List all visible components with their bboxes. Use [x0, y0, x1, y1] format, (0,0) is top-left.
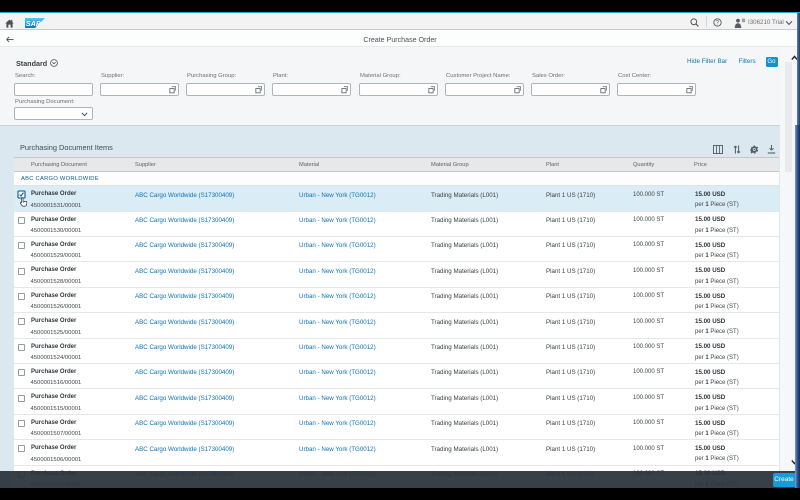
svg-text:SAP: SAP: [26, 19, 41, 28]
